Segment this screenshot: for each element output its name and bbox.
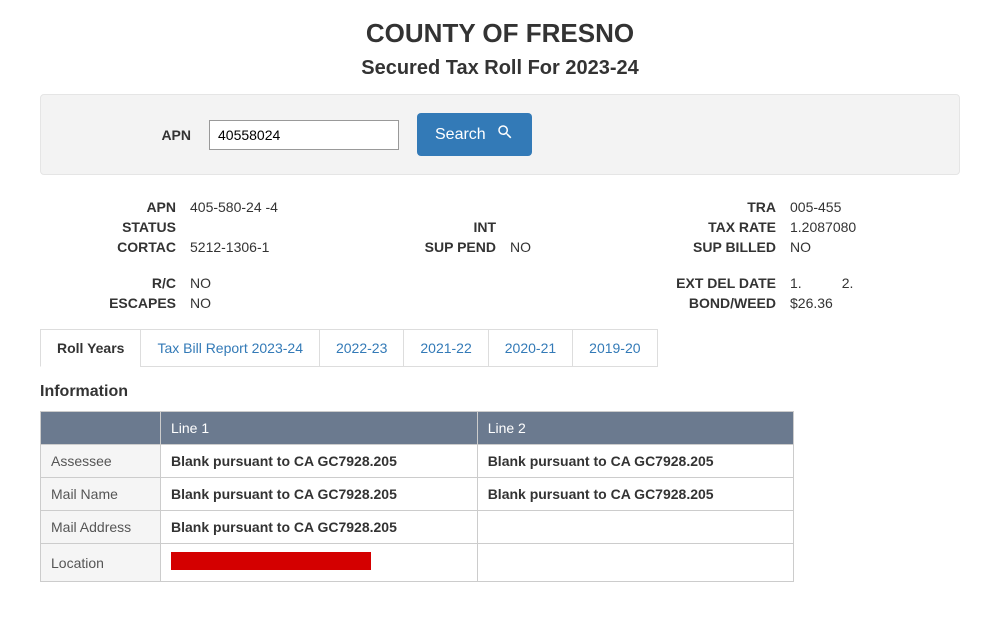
mailaddr-line1: Blank pursuant to CA GC7928.205 — [161, 511, 478, 544]
mailaddr-label: Mail Address — [41, 511, 161, 544]
suppend-label: SUP PEND — [390, 239, 510, 255]
search-panel: APN Search — [40, 94, 960, 175]
taxrate-label: TAX RATE — [630, 219, 790, 235]
table-row: Mail Address Blank pursuant to CA GC7928… — [41, 511, 794, 544]
info-col-blank — [41, 412, 161, 445]
apn-value: 405-580-24 -4 — [190, 199, 390, 215]
mailname-line1: Blank pursuant to CA GC7928.205 — [161, 478, 478, 511]
tab-2021-22[interactable]: 2021-22 — [403, 329, 488, 367]
int-label-placeholder — [390, 199, 510, 215]
apn-label: APN — [50, 199, 190, 215]
taxrate-value: 1.2087080 — [790, 219, 910, 235]
mailaddr-line2 — [477, 511, 794, 544]
search-icon — [496, 123, 514, 146]
tabs: Roll Years Tax Bill Report 2023-24 2022-… — [40, 329, 960, 367]
tab-2019-20[interactable]: 2019-20 — [572, 329, 657, 367]
information-table: Line 1 Line 2 Assessee Blank pursuant to… — [40, 411, 794, 582]
bondweed-value: $26.36 — [790, 295, 910, 311]
tra-label: TRA — [630, 199, 790, 215]
page-subtitle: Secured Tax Roll For 2023-24 — [40, 57, 960, 80]
location-label: Location — [41, 544, 161, 582]
rc-value: NO — [190, 275, 390, 291]
suppend-value: NO — [510, 239, 630, 255]
tab-2020-21[interactable]: 2020-21 — [488, 329, 573, 367]
escapes-label: ESCAPES — [50, 295, 190, 311]
details-section: APN405-580-24 -4 TRA005-455 STATUS INT T… — [50, 199, 950, 311]
redacted-block — [171, 552, 371, 570]
escapes-value: NO — [190, 295, 390, 311]
extdel-label: EXT DEL DATE — [630, 275, 790, 291]
supbilled-label: SUP BILLED — [630, 239, 790, 255]
page-title: COUNTY OF FRESNO — [40, 18, 960, 49]
tra-value: 005-455 — [790, 199, 910, 215]
int-value-placeholder — [510, 199, 630, 215]
assessee-line2: Blank pursuant to CA GC7928.205 — [477, 445, 794, 478]
table-row: Mail Name Blank pursuant to CA GC7928.20… — [41, 478, 794, 511]
rc-label: R/C — [50, 275, 190, 291]
assessee-label: Assessee — [41, 445, 161, 478]
location-line2 — [477, 544, 794, 582]
tab-2022-23[interactable]: 2022-23 — [319, 329, 404, 367]
table-row: Assessee Blank pursuant to CA GC7928.205… — [41, 445, 794, 478]
supbilled-value: NO — [790, 239, 910, 255]
search-button[interactable]: Search — [417, 113, 532, 156]
extdel-value: 1.2. — [790, 275, 910, 291]
apn-search-input[interactable] — [209, 120, 399, 150]
tab-roll-years[interactable]: Roll Years — [40, 329, 141, 367]
table-row: Location — [41, 544, 794, 582]
tab-tax-bill-report[interactable]: Tax Bill Report 2023-24 — [140, 329, 320, 367]
status-value — [190, 219, 390, 235]
int-value — [510, 219, 630, 235]
apn-search-label: APN — [61, 127, 191, 143]
mailname-line2: Blank pursuant to CA GC7928.205 — [477, 478, 794, 511]
mailname-label: Mail Name — [41, 478, 161, 511]
info-col-line1: Line 1 — [161, 412, 478, 445]
cortac-label: CORTAC — [50, 239, 190, 255]
info-col-line2: Line 2 — [477, 412, 794, 445]
assessee-line1: Blank pursuant to CA GC7928.205 — [161, 445, 478, 478]
search-button-label: Search — [435, 126, 486, 144]
location-line1 — [161, 544, 478, 582]
bondweed-label: BOND/WEED — [630, 295, 790, 311]
status-label: STATUS — [50, 219, 190, 235]
int-label: INT — [390, 219, 510, 235]
cortac-value: 5212-1306-1 — [190, 239, 390, 255]
information-heading: Information — [40, 383, 960, 401]
